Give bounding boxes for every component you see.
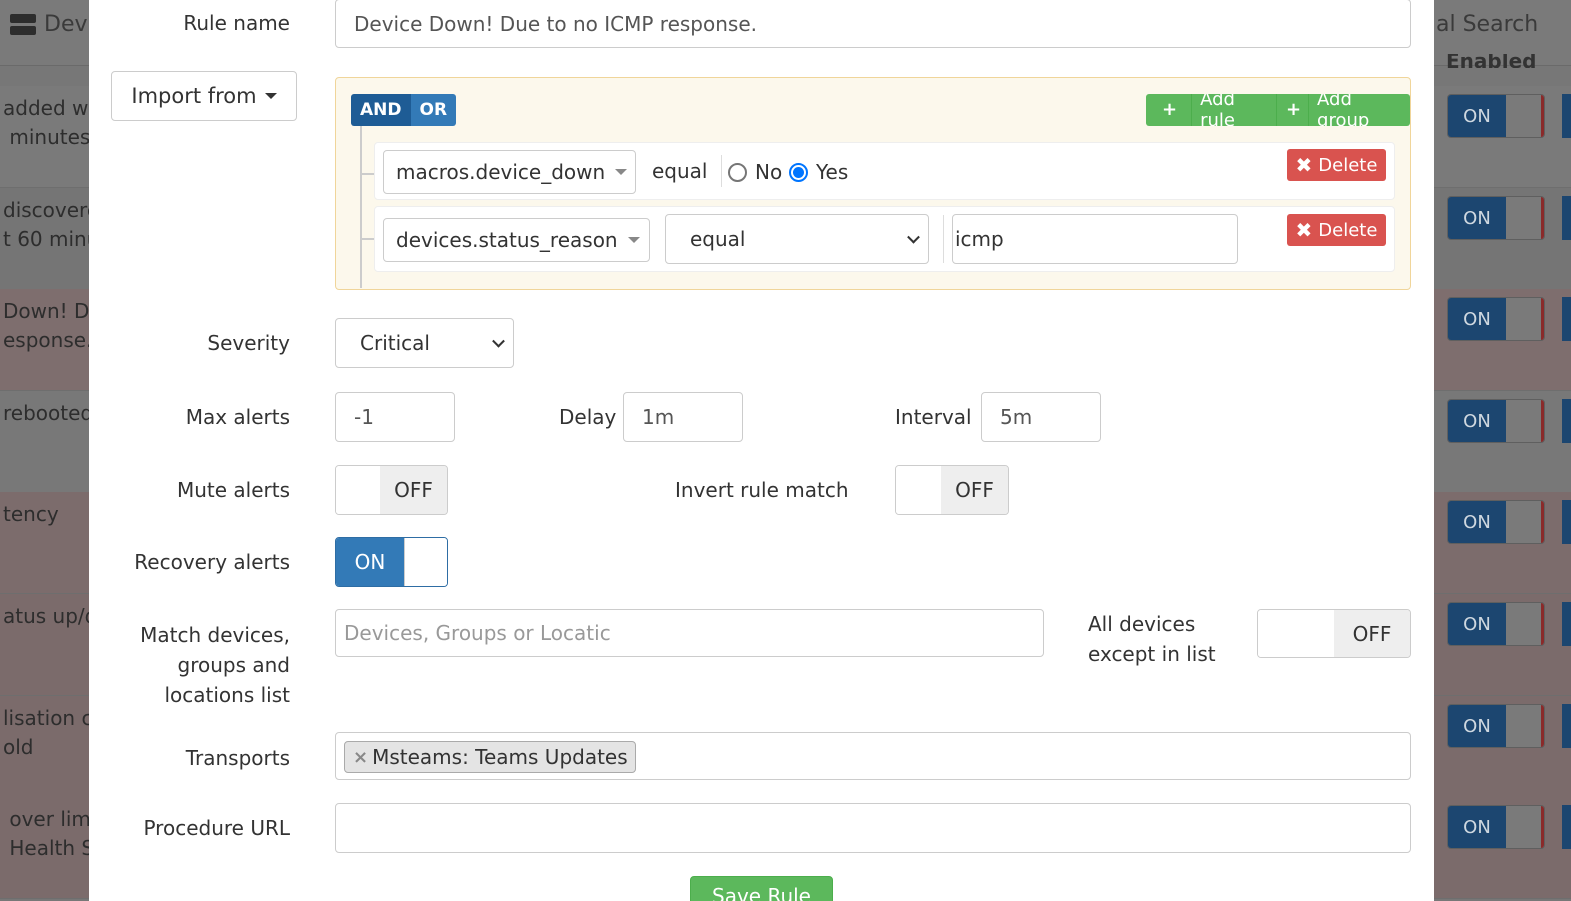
all-devices-toggle[interactable]: OFF (1257, 609, 1411, 658)
transport-tag: × Msteams: Teams Updates (344, 741, 636, 773)
remove-tag-icon[interactable]: × (353, 747, 368, 768)
severity-label: Severity (207, 331, 290, 355)
background-title: Devi (10, 12, 94, 37)
background-enabled-toggle: ON (1447, 500, 1545, 544)
rule-value-input[interactable]: icmp (952, 214, 1238, 264)
caret-down-icon (627, 237, 640, 243)
rule-row: devices.status_reason equal icmp ✖ Delete (374, 206, 1395, 272)
alert-rule-modal: Rule name Device Down! Due to no ICMP re… (89, 0, 1434, 901)
background-enabled-toggle: ON (1447, 297, 1545, 341)
radio-no[interactable]: No (728, 160, 782, 184)
radio-no-button[interactable] (728, 162, 747, 182)
background-enabled-toggle: ON (1447, 196, 1545, 240)
rule-name-label: Rule name (183, 11, 290, 35)
rule-operator-select[interactable]: equal (665, 214, 929, 264)
match-devices-input[interactable]: Devices, Groups or Locatic (335, 609, 1044, 657)
import-from-dropdown[interactable]: Import from (111, 71, 297, 121)
interval-label: Interval (895, 405, 972, 429)
plus-icon: + (1154, 101, 1186, 119)
rule-field-select[interactable]: macros.device_down (383, 150, 636, 194)
mute-alerts-toggle[interactable]: OFF (335, 465, 448, 515)
background-enabled-toggle: ON (1447, 704, 1545, 748)
match-devices-label: Match devices, groups and locations list (140, 623, 290, 707)
mute-alerts-label: Mute alerts (176, 478, 290, 502)
close-icon: ✖ (1295, 153, 1313, 177)
max-alerts-label: Max alerts (185, 405, 290, 429)
severity-select[interactable]: Critical (335, 318, 514, 368)
radio-yes-button[interactable] (789, 162, 808, 182)
builder-actions: + Add rule + Add group (1146, 94, 1410, 126)
add-rule-button[interactable]: + Add rule (1146, 94, 1277, 126)
background-column-header: Enabled (1446, 54, 1537, 68)
radio-yes[interactable]: Yes (789, 160, 848, 184)
transports-label: Transports (185, 746, 290, 770)
recovery-alerts-label: Recovery alerts (134, 550, 290, 574)
rule-operator: equal (652, 159, 708, 183)
delete-rule-button[interactable]: ✖ Delete (1287, 149, 1386, 181)
all-devices-label: All devices except in list (1088, 612, 1216, 666)
rule-row: macros.device_down equal No Yes ✖ Delete (374, 142, 1395, 200)
and-button[interactable]: AND (351, 94, 411, 126)
chevron-down-icon (492, 334, 505, 348)
delay-label: Delay (559, 405, 617, 429)
background-enabled-toggle: ON (1447, 602, 1545, 646)
query-builder: AND OR + Add rule + Add group macros.devic… (335, 77, 1411, 290)
chevron-down-icon (907, 230, 920, 244)
caret-down-icon (264, 93, 277, 99)
background-enabled-toggle: ON (1447, 399, 1545, 443)
background-enabled-toggle: ON (1447, 94, 1545, 138)
invert-match-toggle[interactable]: OFF (895, 465, 1009, 515)
rule-field-select[interactable]: devices.status_reason (383, 218, 650, 262)
procedure-url-input[interactable] (335, 803, 1411, 853)
recovery-alerts-toggle[interactable]: ON (335, 537, 448, 587)
add-group-button[interactable]: + Add group (1276, 94, 1410, 126)
invert-match-label: Invert rule match (675, 478, 849, 502)
interval-input[interactable]: 5m (981, 392, 1101, 442)
delay-input[interactable]: 1m (623, 392, 743, 442)
caret-down-icon (615, 169, 628, 175)
transports-input[interactable]: × Msteams: Teams Updates (335, 732, 1411, 780)
delete-rule-button[interactable]: ✖ Delete (1287, 214, 1386, 246)
save-rule-button[interactable]: Save Rule (690, 876, 833, 901)
close-icon: ✖ (1295, 218, 1313, 242)
background-search-label: al Search (1436, 12, 1539, 37)
rule-name-input[interactable]: Device Down! Due to no ICMP response. (335, 0, 1411, 48)
plus-circle-icon: + (1285, 99, 1303, 120)
max-alerts-input[interactable]: -1 (335, 392, 455, 442)
procedure-url-label: Procedure URL (143, 816, 290, 840)
background-enabled-toggle: ON (1447, 805, 1545, 849)
server-icon (10, 13, 36, 36)
condition-toggle: AND OR (351, 94, 457, 126)
or-button[interactable]: OR (410, 94, 457, 126)
